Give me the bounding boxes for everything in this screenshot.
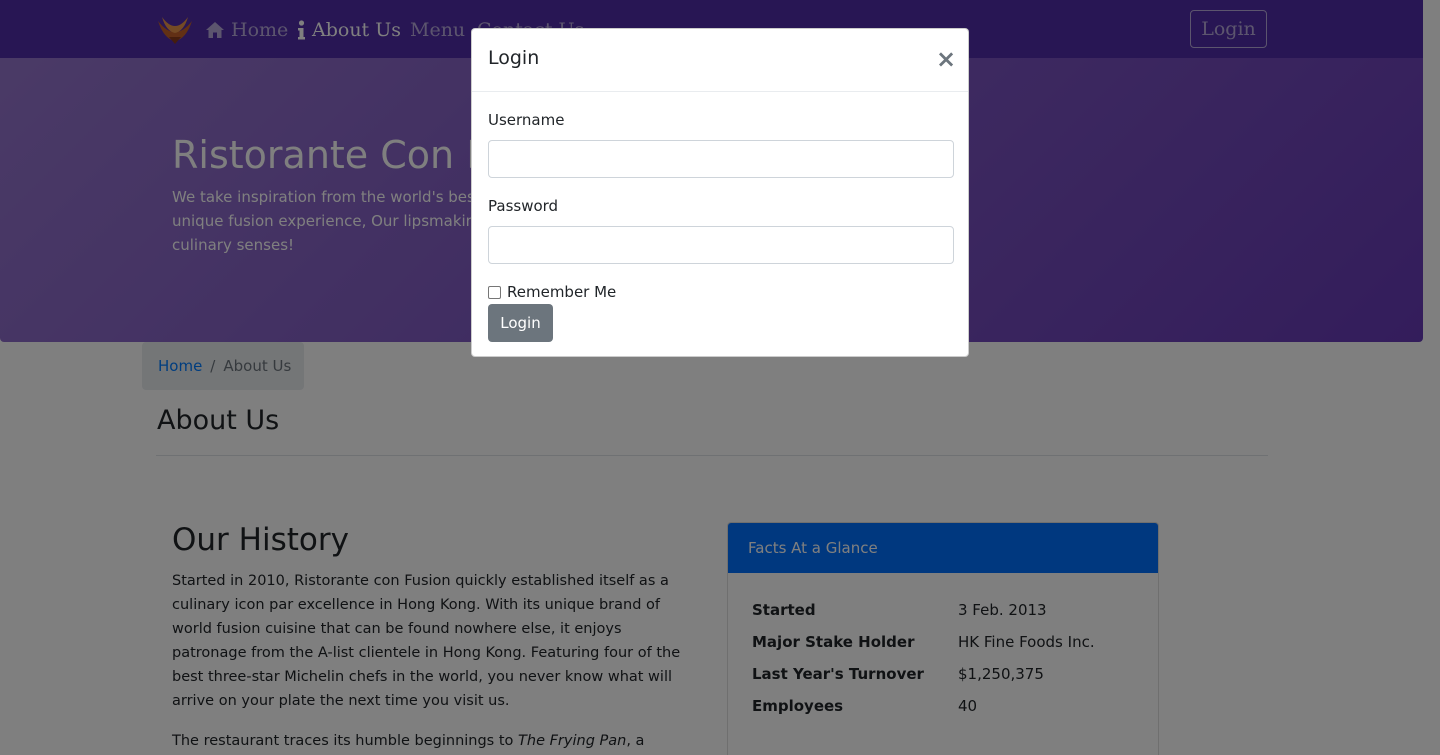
password-input[interactable] xyxy=(488,226,954,264)
modal-title: Login xyxy=(488,47,540,69)
username-label: Username xyxy=(488,111,565,129)
remember-me-label[interactable]: Remember Me xyxy=(507,283,616,301)
username-input[interactable] xyxy=(488,140,954,178)
modal-header: Login × xyxy=(472,29,968,92)
close-icon[interactable]: × xyxy=(934,44,958,74)
remember-me-row: Remember Me xyxy=(488,283,616,301)
login-submit-button[interactable]: Login xyxy=(488,304,553,342)
password-label: Password xyxy=(488,197,559,215)
remember-me-checkbox[interactable] xyxy=(488,285,501,299)
login-modal: Login × Username Password Remember Me Lo… xyxy=(471,28,969,357)
